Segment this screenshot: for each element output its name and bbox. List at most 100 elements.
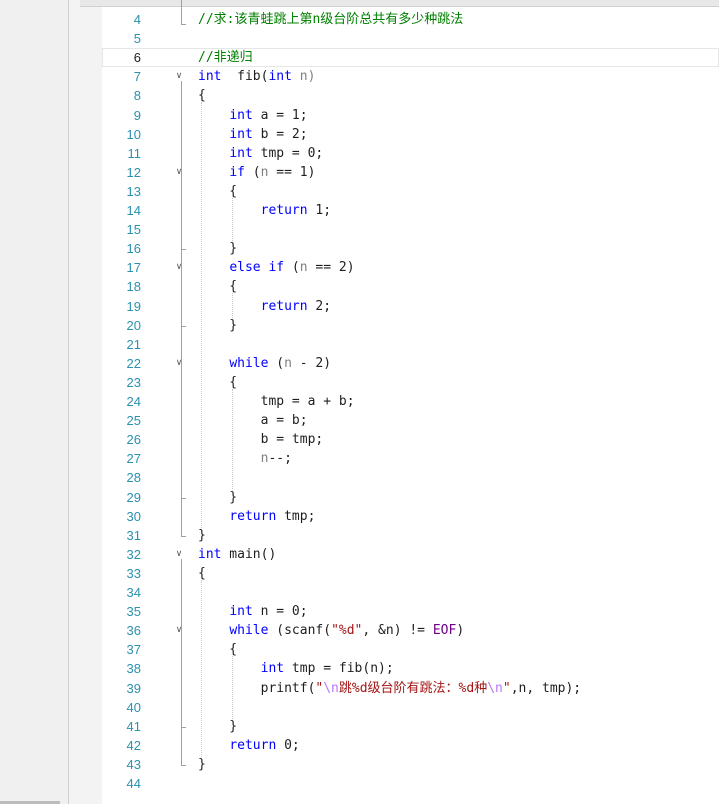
code-line[interactable]: 19 return 2; (102, 297, 719, 316)
fold-chevron-icon[interactable]: ∨ (174, 167, 184, 177)
line-number: 11 (127, 145, 142, 161)
code-editor[interactable]: 4 //求:该青蛙跳上第n级台阶总共有多少种跳法 5 6 //非递归 7 ∨ int fib(… (102, 0, 719, 804)
line-number: 12 (126, 164, 141, 180)
code-token: == 1) (268, 164, 316, 180)
code-line[interactable]: 39 printf("\n跳%d级台阶有跳法：%d种\n",n, tmp); (102, 679, 719, 698)
code-line[interactable]: 6 //非递归 (102, 48, 719, 68)
line-number: 14 (126, 203, 141, 218)
line-number: 15 (126, 222, 141, 238)
code-line[interactable]: 23 { (102, 373, 719, 392)
line-number: 37 (126, 642, 141, 658)
line-number: 32 (126, 546, 141, 562)
code-text: n--; (198, 449, 292, 468)
code-line[interactable]: 16 } (102, 239, 719, 258)
code-token: return (229, 737, 277, 753)
code-line[interactable]: 5 (102, 29, 719, 48)
code-token: return (260, 298, 308, 314)
code-line[interactable]: 17 ∨ else if (n == 2) (102, 258, 719, 277)
code-line[interactable]: 18 { (102, 277, 719, 296)
code-line[interactable]: 15 (102, 220, 719, 239)
code-token: tmp = a + b; (198, 394, 355, 409)
code-token: { (198, 374, 238, 390)
code-line[interactable]: 40 (102, 698, 719, 717)
code-token: while (229, 355, 269, 371)
code-line[interactable]: 33 { (102, 564, 719, 583)
line-number: 24 (126, 394, 141, 409)
code-token: return (260, 203, 308, 218)
code-text: int n = 0; (198, 602, 307, 621)
code-line[interactable]: 34 (102, 583, 719, 602)
code-text: int fib(int n) (198, 67, 315, 86)
code-line[interactable]: 42 return 0; (102, 736, 719, 755)
code-line[interactable]: 32 ∨ int main() (102, 545, 719, 564)
code-text: int tmp = 0; (198, 144, 323, 163)
fold-chevron-icon[interactable]: ∨ (174, 358, 184, 368)
code-token: == 2) (307, 260, 355, 276)
code-line[interactable]: 31} (102, 526, 719, 545)
code-line[interactable]: 30 return tmp; (102, 507, 719, 526)
code-token: b = tmp; (198, 432, 324, 448)
code-token: int (260, 661, 285, 677)
code-line[interactable]: 43} (102, 755, 719, 774)
line-number: 36 (126, 623, 141, 639)
code-line[interactable]: 35 int n = 0; (102, 602, 719, 621)
code-token: - 2) (291, 355, 332, 371)
code-text: if (n == 1) (198, 163, 315, 182)
code-token: tmp; (276, 508, 316, 524)
code-text: int tmp = fib(n); (198, 659, 394, 678)
code-line[interactable]: 4 //求:该青蛙跳上第n级台阶总共有多少种跳法 (102, 10, 719, 29)
code-line[interactable]: 22 ∨ while (n - 2) (102, 354, 719, 373)
fold-chevron-icon[interactable]: ∨ (174, 625, 184, 635)
fold-chevron-icon[interactable]: ∨ (174, 549, 184, 559)
code-token: //非递归 (198, 50, 253, 66)
code-line[interactable]: 27 n--; (102, 449, 719, 468)
code-line[interactable]: 7 ∨ int fib(int n) (102, 67, 719, 86)
code-line[interactable]: 26 b = tmp; (102, 430, 719, 449)
code-line[interactable]: 28 (102, 468, 719, 487)
code-line[interactable]: 38 int tmp = fib(n); (102, 659, 719, 678)
line-number: 40 (126, 699, 141, 715)
outline-bar (181, 176, 182, 250)
fold-chevron-icon[interactable]: ∨ (174, 71, 184, 81)
code-token: 2; (307, 298, 332, 314)
line-number: 42 (126, 737, 141, 753)
code-line[interactable]: 37 { (102, 640, 719, 659)
code-text: } (198, 755, 206, 774)
code-text: } (198, 488, 237, 507)
outline-end-tick (181, 325, 186, 327)
fold-chevron-icon[interactable]: ∨ (174, 262, 184, 272)
line-number: 6 (133, 50, 141, 66)
code-token: 0; (276, 737, 300, 753)
code-line[interactable]: 29 } (102, 488, 719, 507)
line-number: 43 (126, 756, 141, 772)
code-line[interactable]: 12 ∨ if (n == 1) (102, 163, 719, 182)
code-token: ( (244, 164, 261, 180)
code-token: 跳%d级台阶有跳法：%d种 (338, 680, 488, 696)
outline-bar (181, 0, 182, 24)
code-line[interactable]: 14 return 1; (102, 201, 719, 220)
code-line[interactable]: 9 int a = 1; (102, 106, 719, 125)
line-number: 9 (133, 107, 141, 123)
code-text: return tmp; (198, 507, 315, 526)
code-line[interactable]: 10 int b = 2; (102, 125, 719, 144)
editor-margin[interactable] (69, 0, 102, 804)
line-number: 23 (126, 374, 141, 390)
code-line[interactable]: 36 ∨ while (scanf("%d", &n) != EOF) (102, 621, 719, 640)
code-line[interactable]: 41 } (102, 717, 719, 736)
outline-end-tick (181, 249, 186, 251)
code-line[interactable]: 11 int tmp = 0; (102, 144, 719, 163)
code-line[interactable]: 44 (102, 774, 719, 793)
code-line[interactable]: 20 } (102, 316, 719, 335)
code-token: ) (456, 623, 465, 639)
code-line[interactable]: 21 (102, 335, 719, 354)
indent-guide (232, 388, 234, 490)
code-line[interactable]: 24 tmp = a + b; (102, 392, 719, 411)
code-line[interactable]: 13 { (102, 182, 719, 201)
code-line[interactable]: 8{ (102, 86, 719, 105)
code-line[interactable]: 25 a = b; (102, 411, 719, 430)
line-number: 22 (126, 355, 141, 371)
line-number: 17 (126, 260, 141, 276)
code-text: tmp = a + b; (198, 392, 355, 411)
